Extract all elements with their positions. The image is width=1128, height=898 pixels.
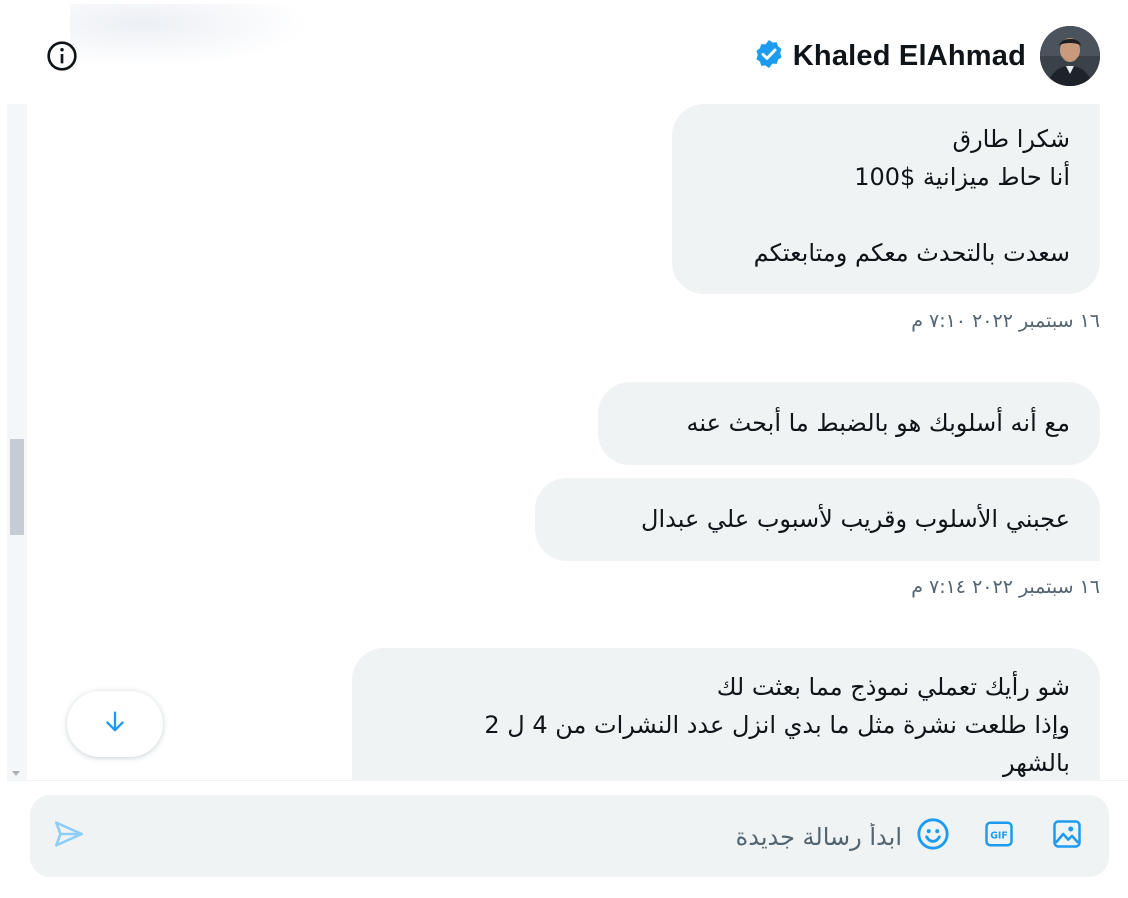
message-bubble[interactable]: شكرا طارق أنا حاط ميزانية $100 سعدت بالت… <box>672 104 1100 294</box>
conversation-header: Khaled ElAhmad <box>0 0 1128 104</box>
conversation-title[interactable]: Khaled ElAhmad <box>753 26 1100 86</box>
message-bubble[interactable]: عجبني الأسلوب وقريب لأسبوب علي عبدال <box>535 478 1100 561</box>
verified-badge-icon <box>753 38 785 74</box>
scrollbar[interactable] <box>7 104 27 780</box>
gif-icon: GIF <box>984 819 1014 853</box>
scrollbar-thumb[interactable] <box>10 439 24 535</box>
emoji-icon <box>916 817 950 855</box>
info-icon[interactable] <box>42 36 82 76</box>
emoji-button[interactable] <box>912 815 954 857</box>
message-timestamp: ١٦ سبتمبر ٢٠٢٢ ٧:١٤ م <box>911 576 1100 598</box>
avatar[interactable] <box>1040 26 1100 86</box>
scroll-down-arrow-icon[interactable] <box>12 771 20 776</box>
scroll-to-bottom-button[interactable] <box>67 691 163 757</box>
blurred-region <box>70 4 310 68</box>
divider <box>7 780 1128 781</box>
message-input[interactable] <box>130 813 904 861</box>
gif-button[interactable]: GIF <box>978 815 1020 857</box>
send-button[interactable] <box>48 815 90 857</box>
image-icon <box>1052 819 1082 853</box>
message-composer: GIF <box>30 795 1109 877</box>
contact-name[interactable]: Khaled ElAhmad <box>793 40 1026 73</box>
message-bubble[interactable]: مع أنه أسلوبك هو بالضبط ما أبحث عنه <box>598 382 1100 465</box>
send-icon <box>52 817 86 855</box>
svg-text:GIF: GIF <box>990 830 1008 841</box>
media-button[interactable] <box>1046 815 1088 857</box>
arrow-down-icon <box>101 708 129 740</box>
message-list: شكرا طارق أنا حاط ميزانية $100 سعدت بالت… <box>27 104 1128 780</box>
message-bubble[interactable]: شو رأيك تعملي نموذج مما بعثت لك وإذا طلع… <box>352 648 1100 780</box>
message-timestamp: ١٦ سبتمبر ٢٠٢٢ ٧:١٠ م <box>911 310 1100 332</box>
